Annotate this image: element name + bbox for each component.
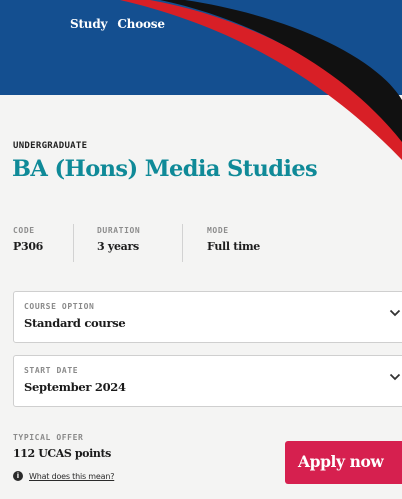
- info-icon: i: [13, 471, 23, 481]
- course-code-label: CODE: [13, 226, 35, 235]
- course-duration-label: DURATION: [97, 226, 141, 235]
- course-option-value: Standard course: [24, 316, 126, 330]
- apply-now-label: Apply now: [298, 452, 384, 471]
- course-title: BA (Hons) Media Studies: [12, 156, 318, 182]
- course-option-select[interactable]: COURSE OPTION Standard course: [13, 291, 402, 343]
- typical-offer-value: 112 UCAS points: [13, 447, 111, 460]
- brand-swoosh: [120, 0, 402, 160]
- course-option-label: COURSE OPTION: [24, 302, 95, 311]
- chevron-down-icon: [389, 373, 401, 381]
- course-level-label: UNDERGRADUATE: [13, 141, 88, 151]
- course-mode-value: Full time: [207, 240, 260, 253]
- start-date-value: September 2024: [24, 380, 126, 394]
- course-mode-label: MODE: [207, 226, 229, 235]
- meta-divider: [182, 224, 183, 262]
- course-duration: DURATION 3 years: [97, 226, 140, 253]
- start-date-label: START DATE: [24, 366, 79, 375]
- course-duration-value: 3 years: [97, 240, 139, 253]
- course-mode: MODE Full time: [207, 226, 260, 253]
- meta-divider: [73, 224, 74, 262]
- what-does-this-mean-link[interactable]: What does this mean?: [29, 472, 114, 481]
- start-date-select[interactable]: START DATE September 2024: [13, 355, 402, 407]
- course-code-value: P306: [13, 240, 44, 253]
- offer-help: i What does this mean?: [13, 471, 114, 481]
- course-code: CODE P306: [13, 226, 43, 253]
- typical-offer-label: TYPICAL OFFER: [13, 433, 84, 442]
- apply-now-button[interactable]: Apply now: [285, 441, 402, 484]
- chevron-down-icon: [389, 309, 401, 317]
